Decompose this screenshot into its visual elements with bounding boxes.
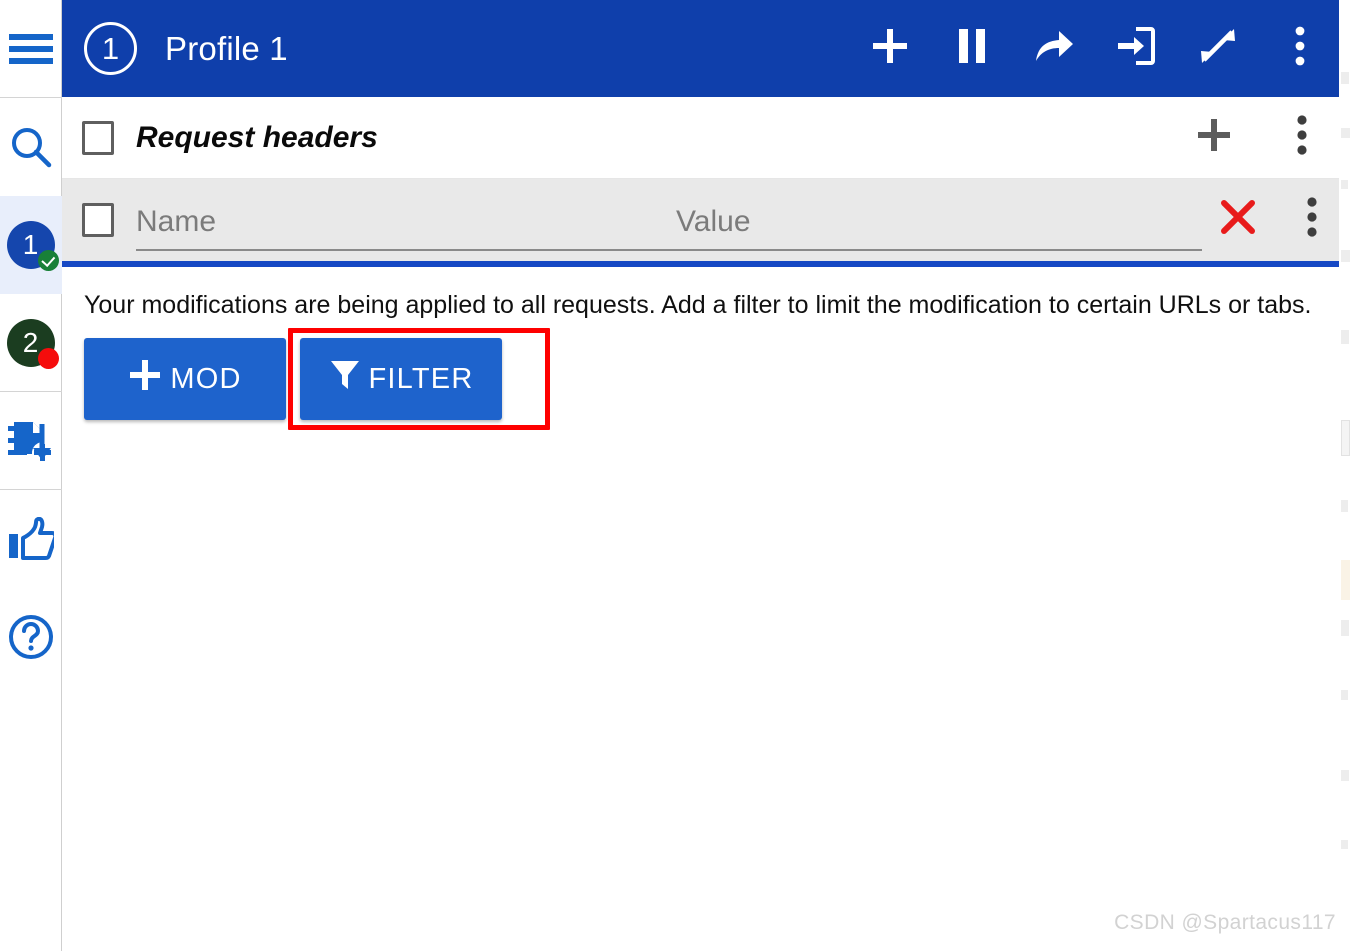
section-add-button[interactable] (1192, 116, 1236, 160)
expand-button[interactable] (1196, 27, 1240, 71)
sort-descending-icon (7, 420, 55, 462)
plus-icon (1194, 115, 1234, 160)
app-bar: 1 Profile 1 (62, 0, 1352, 97)
section-header: Request headers (62, 97, 1352, 179)
search-icon (9, 125, 53, 169)
sidebar-item-profile-2[interactable]: 2 (0, 294, 62, 392)
sidebar-item-sort[interactable] (0, 392, 62, 490)
app-bar-left: 1 Profile 1 (84, 22, 288, 75)
pause-icon (955, 27, 989, 70)
header-entry-fields (136, 189, 1202, 251)
header-entry-actions (1216, 196, 1334, 243)
status-dot-icon (37, 347, 59, 369)
more-vertical-icon (1294, 26, 1306, 71)
header-name-input[interactable] (136, 203, 676, 241)
action-button-row: MOD FILTER (84, 328, 1330, 430)
sidebar-item-menu[interactable] (0, 0, 62, 98)
add-filter-button[interactable]: FILTER (300, 338, 502, 420)
thumbs-up-icon (8, 517, 54, 561)
main-content: 1 Profile 1 Request headers Name Value Y… (62, 0, 1352, 951)
header-entry-more-button[interactable] (1290, 196, 1334, 242)
share-arrow-icon (1033, 28, 1075, 69)
pause-button[interactable] (950, 27, 994, 71)
sidebar-item-profile-1[interactable]: 1 (0, 196, 62, 294)
add-mod-button[interactable]: MOD (84, 338, 286, 420)
background-page-sliver (1339, 0, 1352, 951)
profile-number-badge[interactable]: 1 (84, 22, 137, 75)
sidebar-item-rate[interactable] (0, 490, 62, 588)
more-vertical-icon (1296, 115, 1308, 160)
section-more-button[interactable] (1280, 115, 1324, 160)
add-filter-label: FILTER (368, 362, 474, 395)
add-button[interactable] (868, 27, 912, 71)
more-options-button[interactable] (1278, 26, 1322, 71)
expand-diagonal-icon (1198, 26, 1238, 71)
app-bar-actions (868, 26, 1328, 71)
header-entry-checkbox[interactable] (82, 203, 114, 237)
header-value-input[interactable] (676, 203, 1202, 241)
status-check-icon (37, 250, 59, 271)
delete-header-button[interactable] (1216, 197, 1260, 241)
app-window: 1 2 1 Profile 1 Request headers Name Val… (0, 0, 1352, 951)
hint-text: Your modifications are being applied to … (84, 291, 1312, 319)
profile-number-label: 1 (101, 31, 120, 66)
add-mod-label: MOD (170, 362, 242, 395)
sidebar-profile-2-label: 2 (22, 326, 39, 358)
sidebar-item-search[interactable] (0, 98, 62, 196)
import-icon (1116, 25, 1156, 72)
header-entry-row (62, 179, 1352, 261)
close-icon (1218, 197, 1258, 242)
profile-badge-icon: 2 (6, 318, 59, 369)
sidebar-item-help[interactable] (0, 588, 62, 686)
sidebar-profile-1-label: 1 (22, 229, 39, 260)
funnel-icon (329, 358, 361, 400)
section-title: Request headers (136, 120, 378, 154)
more-vertical-icon (1306, 196, 1318, 242)
section-checkbox[interactable] (82, 120, 114, 155)
plus-icon (870, 26, 910, 71)
page-title: Profile 1 (165, 29, 288, 67)
share-button[interactable] (1032, 27, 1076, 71)
help-circle-icon (8, 614, 54, 660)
left-sidebar: 1 2 (0, 0, 62, 951)
watermark: CSDN @Spartacus117 (1114, 911, 1336, 934)
import-button[interactable] (1114, 27, 1158, 71)
body-area: Your modifications are being applied to … (62, 267, 1352, 951)
hamburger-menu-icon (8, 32, 54, 66)
section-actions (1192, 115, 1328, 160)
plus-icon (128, 358, 162, 400)
profile-badge-icon: 1 (6, 221, 59, 271)
